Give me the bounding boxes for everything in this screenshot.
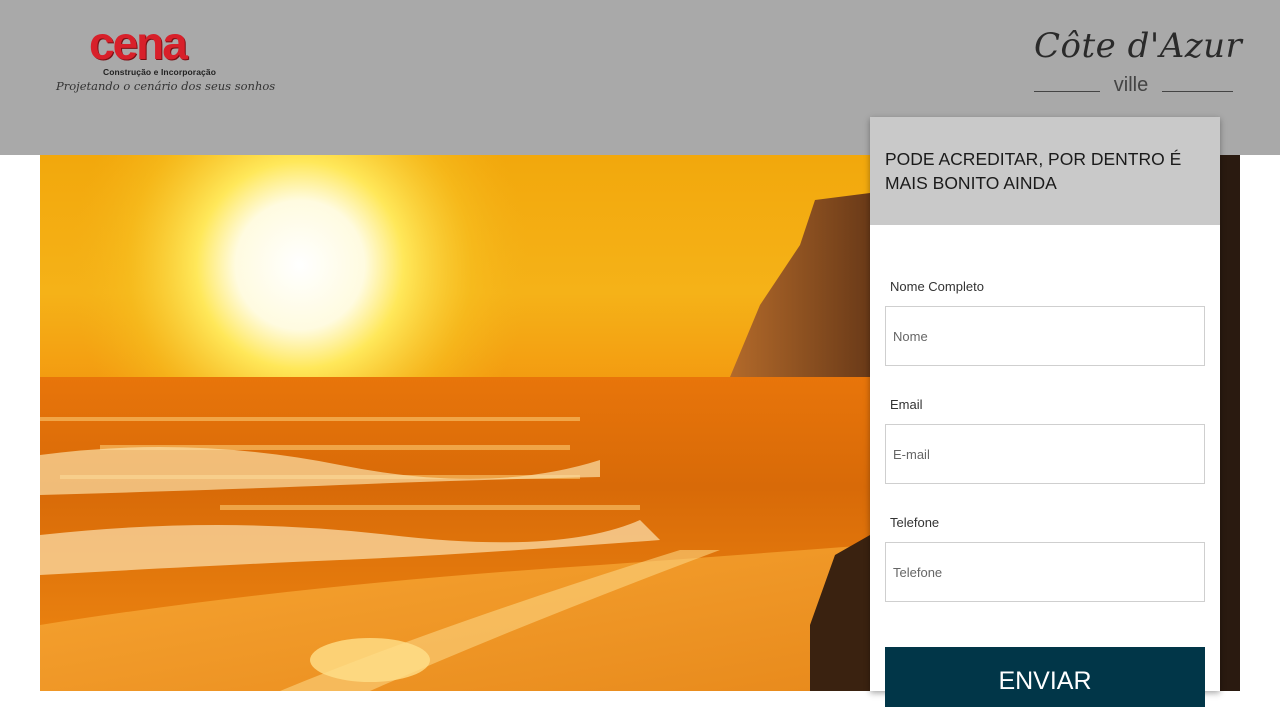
form-header: PODE ACREDITAR, POR DENTRO É MAIS BONITO… [870, 117, 1220, 225]
phone-label: Telefone [890, 515, 940, 530]
form-title: PODE ACREDITAR, POR DENTRO É MAIS BONITO… [885, 149, 1182, 193]
cote-dazur-logo[interactable]: Côte d'Azur ville [1030, 26, 1242, 98]
cena-logo-tagline: Projetando o cenário dos seus sonhos [56, 79, 276, 93]
name-label: Nome Completo [890, 279, 984, 294]
cote-dazur-logo-script: Côte d'Azur [1034, 26, 1243, 66]
email-label: Email [890, 397, 923, 412]
lead-form: PODE ACREDITAR, POR DENTRO É MAIS BONITO… [870, 117, 1220, 707]
cena-logo[interactable]: cena Construção e Incorporação Projetand… [56, 18, 275, 98]
submit-button[interactable]: ENVIAR [885, 647, 1205, 707]
name-input[interactable] [885, 306, 1205, 366]
phone-input[interactable] [885, 542, 1205, 602]
cena-logo-wordmark: cena [89, 17, 188, 69]
cote-logo-rule-right [1162, 91, 1233, 92]
cote-logo-rule-left [1034, 91, 1100, 92]
cena-logo-subtitle: Construção e Incorporação [102, 67, 216, 77]
cote-dazur-logo-ville: ville [1113, 74, 1149, 96]
email-input[interactable] [885, 424, 1205, 484]
